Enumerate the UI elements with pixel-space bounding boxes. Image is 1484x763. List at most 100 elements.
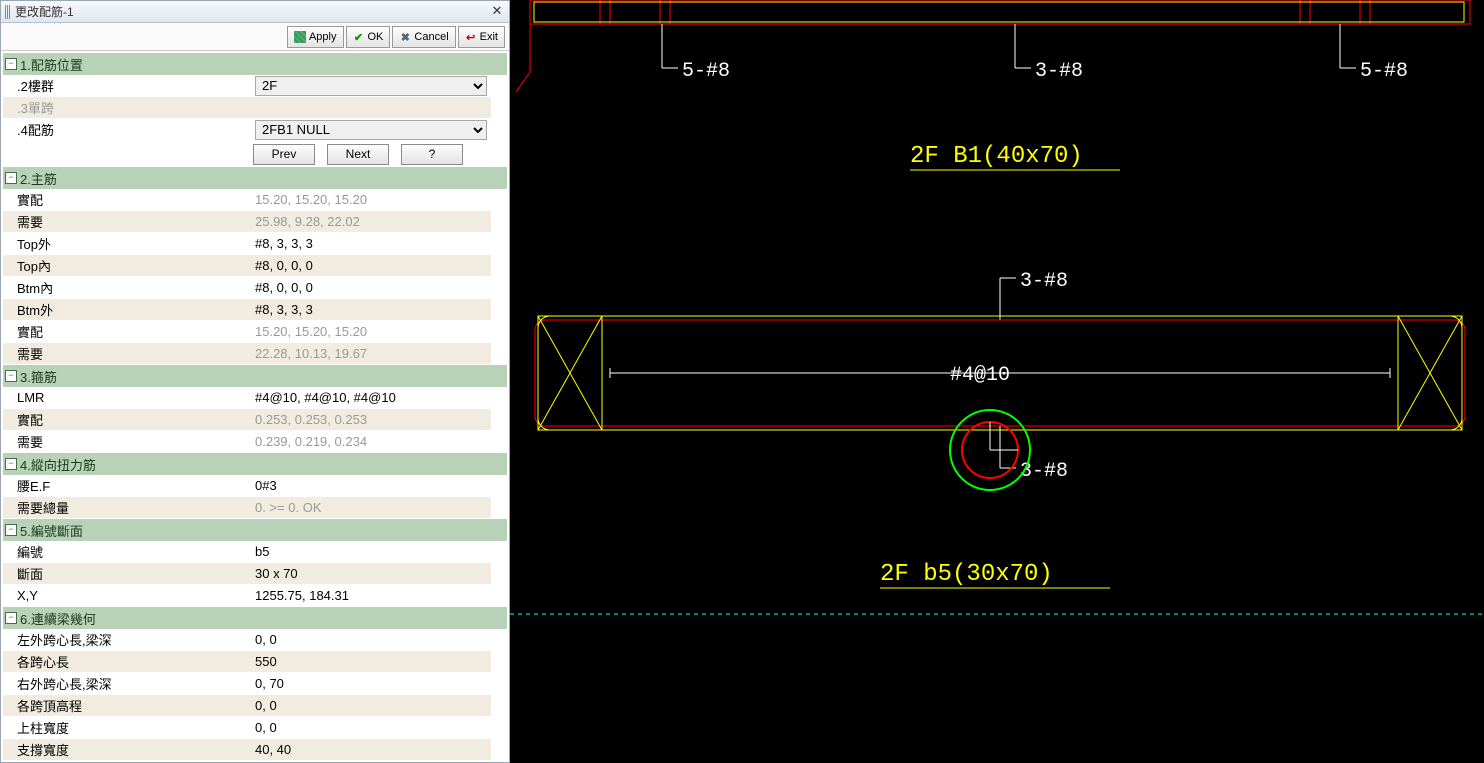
ok-button[interactable]: OK <box>346 26 391 48</box>
property-row: 腰E.F0#3 <box>3 475 507 497</box>
collapse-icon[interactable]: − <box>5 612 17 624</box>
property-row: 編號b5 <box>3 541 507 563</box>
dialog-title: 更改配筋-1 <box>15 3 489 20</box>
collapse-icon[interactable]: − <box>5 172 17 184</box>
property-row: X,Y1255.75, 184.31 <box>3 585 507 607</box>
dialog-toolbar: Apply OK Cancel Exit <box>1 23 509 51</box>
section-title: 2.主筋 <box>20 169 57 188</box>
property-row: 需要0.239, 0.219, 0.234 <box>3 431 507 453</box>
property-row: Btm外#8, 3, 3, 3 <box>3 299 507 321</box>
grip-icon <box>5 5 11 19</box>
apply-button[interactable]: Apply <box>287 26 344 48</box>
stirrup-label: #4@10 <box>950 364 1010 387</box>
property-label: Top外 <box>3 233 251 254</box>
property-label: 各跨心長 <box>3 651 251 672</box>
property-value[interactable]: 0#3 <box>251 475 491 496</box>
section-header[interactable]: −6.連續梁幾何 <box>3 607 507 629</box>
property-value: 15.20, 15.20, 15.20 <box>251 189 491 210</box>
dialog-titlebar[interactable]: 更改配筋-1 ✕ <box>1 1 509 23</box>
property-row: 各跨心長550 <box>3 651 507 673</box>
property-value[interactable]: #4@10, #4@10, #4@10 <box>251 387 491 408</box>
property-value[interactable]: #8, 3, 3, 3 <box>251 299 491 320</box>
apply-label: Apply <box>309 31 337 43</box>
property-label: .2樓群 <box>3 75 251 96</box>
help-button[interactable]: ? <box>401 144 463 165</box>
beam-title-1: 2F B1(40x70) <box>910 143 1083 170</box>
exit-label: Exit <box>480 31 498 43</box>
property-value[interactable]: 0, 70 <box>251 673 491 694</box>
property-label: 上柱寬度 <box>3 717 251 738</box>
collapse-icon[interactable]: − <box>5 524 17 536</box>
property-value[interactable]: 40, 40 <box>251 739 491 760</box>
collapse-icon[interactable]: − <box>5 58 17 70</box>
prev-button[interactable]: Prev <box>253 144 315 165</box>
property-label: 支撐寬度 <box>3 739 251 760</box>
property-label: LMR <box>3 387 251 408</box>
property-row: 右外跨心長,梁深0, 70 <box>3 673 507 695</box>
property-value[interactable]: #8, 0, 0, 0 <box>251 277 491 298</box>
property-row: 支撐寬度40, 40 <box>3 739 507 761</box>
property-row: Top外#8, 3, 3, 3 <box>3 233 507 255</box>
property-value[interactable]: 0, 0 <box>251 717 491 738</box>
property-value: 0. >= 0. OK <box>251 497 491 518</box>
exit-button[interactable]: Exit <box>458 26 505 48</box>
ok-label: OK <box>368 31 384 43</box>
property-value[interactable]: b5 <box>251 541 491 562</box>
collapse-icon[interactable]: − <box>5 370 17 382</box>
section-title: 1.配筋位置 <box>20 55 83 74</box>
beam-top-rebar-label: 3-#8 <box>1020 270 1068 293</box>
property-label: 需要 <box>3 343 251 364</box>
property-row: .3單跨 <box>3 97 507 119</box>
property-row: 實配0.253, 0.253, 0.253 <box>3 409 507 431</box>
property-label: 右外跨心長,梁深 <box>3 673 251 694</box>
property-row: 左外跨心長,梁深0, 0 <box>3 629 507 651</box>
section-header[interactable]: −3.箍筋 <box>3 365 507 387</box>
property-label: 實配 <box>3 189 251 210</box>
property-value[interactable]: 0, 0 <box>251 629 491 650</box>
value-select[interactable]: 2F <box>255 76 487 96</box>
section-header[interactable]: −4.縱向扭力筋 <box>3 453 507 475</box>
property-value: 25.98, 9.28, 22.02 <box>251 211 491 232</box>
property-label: 需要 <box>3 211 251 232</box>
property-row: .2樓群2F <box>3 75 507 97</box>
property-row: LMR#4@10, #4@10, #4@10 <box>3 387 507 409</box>
cancel-icon <box>399 31 411 43</box>
section-header[interactable]: −1.配筋位置 <box>3 53 507 75</box>
close-icon[interactable]: ✕ <box>489 5 505 19</box>
property-value[interactable]: 0, 0 <box>251 695 491 716</box>
property-value: 22.28, 10.13, 19.67 <box>251 343 491 364</box>
property-label: Btm內 <box>3 277 251 298</box>
property-value: 0.253, 0.253, 0.253 <box>251 409 491 430</box>
property-row: 需要25.98, 9.28, 22.02 <box>3 211 507 233</box>
property-value[interactable]: 2F <box>251 75 491 96</box>
value-select[interactable]: 2FB1 NULL <box>255 120 487 140</box>
property-value[interactable]: 550 <box>251 651 491 672</box>
property-value[interactable]: 30 x 70 <box>251 563 491 584</box>
property-value[interactable]: 1255.75, 184.31 <box>251 585 491 606</box>
property-value: 0.239, 0.219, 0.234 <box>251 431 491 452</box>
property-value[interactable]: 2FB1 NULL <box>251 119 491 140</box>
property-row: 各跨頂高程0, 0 <box>3 695 507 717</box>
property-label: Btm外 <box>3 299 251 320</box>
property-label: Top內 <box>3 255 251 276</box>
property-label: 實配 <box>3 409 251 430</box>
collapse-icon[interactable]: − <box>5 458 17 470</box>
next-button[interactable]: Next <box>327 144 389 165</box>
property-label: 腰E.F <box>3 475 251 496</box>
property-row: Top內#8, 0, 0, 0 <box>3 255 507 277</box>
property-value[interactable]: #8, 0, 0, 0 <box>251 255 491 276</box>
property-row: 上柱寬度0, 0 <box>3 717 507 739</box>
section-header[interactable]: −2.主筋 <box>3 167 507 189</box>
property-label: 編號 <box>3 541 251 562</box>
section-header[interactable]: −5.編號斷面 <box>3 519 507 541</box>
section-title: 6.連續梁幾何 <box>20 609 96 628</box>
check-icon <box>353 31 365 43</box>
cad-viewport[interactable]: 5-#8 3-#8 5-#8 2F B1(40x70) 3-#8 <box>510 0 1484 763</box>
top-left-label: 5-#8 <box>682 60 730 83</box>
property-label: 實配 <box>3 321 251 342</box>
section-title: 4.縱向扭力筋 <box>20 455 96 474</box>
property-value[interactable]: #8, 3, 3, 3 <box>251 233 491 254</box>
cancel-button[interactable]: Cancel <box>392 26 455 48</box>
property-grid[interactable]: −1.配筋位置.2樓群2F.3單跨.4配筋2FB1 NULLPrevNext?−… <box>1 51 509 762</box>
property-row: 斷面30 x 70 <box>3 563 507 585</box>
